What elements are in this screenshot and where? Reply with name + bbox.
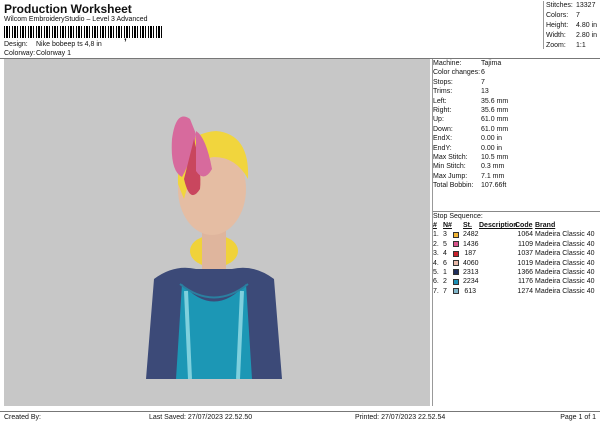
stop-index: 3. bbox=[433, 250, 439, 258]
stop-row: 3. 4 187 1037 Madeira Classic 40 bbox=[433, 249, 600, 258]
down-row: Down: 61.0 mm bbox=[433, 125, 509, 133]
stop-brand: Madeira Classic 40 bbox=[535, 240, 595, 248]
stop-row: 2. 5 1436 1109 Madeira Classic 40 bbox=[433, 240, 600, 249]
thread-swatch bbox=[453, 260, 459, 267]
stop-brand: Madeira Classic 40 bbox=[535, 268, 595, 276]
stop-code: 1366 bbox=[517, 268, 533, 276]
stop-stitches: 2313 bbox=[463, 268, 479, 276]
thread-swatch bbox=[453, 278, 459, 285]
summary-panel: Stitches: 13327 Colors: 7 Height: 4.80 in W… bbox=[543, 1, 600, 49]
stop-description bbox=[479, 268, 515, 277]
stop-description bbox=[479, 287, 515, 296]
stop-description bbox=[479, 259, 515, 268]
stop-index: 1. bbox=[433, 231, 439, 239]
stop-stitches: 2234 bbox=[463, 278, 479, 286]
stop-code: 1109 bbox=[517, 240, 533, 248]
footer-printed: Printed: 27/07/2023 22.52.54 bbox=[355, 414, 446, 421]
stop-code: 1019 bbox=[517, 259, 533, 267]
colorway-value: Colorway 1 bbox=[36, 50, 72, 57]
software-subtitle: Wilcom EmbroideryStudio – Level 3 Advanc… bbox=[4, 16, 148, 23]
stop-index: 4. bbox=[433, 259, 439, 267]
stop-needle: 3 bbox=[443, 231, 447, 239]
stop-table-header: # N# St. Description Code Brand bbox=[433, 222, 556, 229]
design-label: Design: bbox=[4, 41, 28, 48]
stop-code: 1037 bbox=[517, 250, 533, 258]
stop-description bbox=[479, 249, 515, 258]
stop-row: 6. 2 2234 1176 Madeira Classic 40 bbox=[433, 277, 600, 286]
stop-row: 5. 1 2313 1366 Madeira Classic 40 bbox=[433, 268, 600, 277]
total-bobbin-row: Total Bobbin: 107.66ft bbox=[433, 182, 507, 190]
stop-needle: 7 bbox=[443, 287, 447, 295]
design-row: Design: Nike bobeep ts 4,8 in bbox=[4, 41, 102, 48]
machine-row: Machine: Tajima bbox=[433, 60, 502, 67]
stop-row: 4. 6 4060 1019 Madeira Classic 40 bbox=[433, 259, 600, 268]
design-value: Nike bobeep ts 4,8 in bbox=[36, 41, 102, 48]
stop-sequence-title: Stop Sequence: bbox=[433, 211, 600, 221]
stop-stitches: 4060 bbox=[463, 259, 479, 267]
thread-swatch bbox=[453, 250, 459, 257]
stop-needle: 4 bbox=[443, 250, 447, 258]
stop-index: 6. bbox=[433, 278, 439, 286]
stop-description bbox=[479, 240, 515, 249]
summary-zoom: Zoom: 1:1 bbox=[546, 42, 586, 49]
neck-shape bbox=[202, 229, 226, 269]
up-row: Up: 61.0 mm bbox=[433, 116, 509, 124]
max-stitch-row: Max Stitch: 10.5 mm bbox=[433, 153, 509, 161]
embroidery-figure bbox=[146, 116, 282, 379]
stop-stitches: 1436 bbox=[463, 240, 479, 248]
thread-swatch bbox=[453, 288, 459, 295]
trims-row: Trims: 13 bbox=[433, 88, 489, 96]
summary-colors: Colors: 7 bbox=[546, 12, 580, 19]
stop-brand: Madeira Classic 40 bbox=[535, 250, 595, 258]
stop-brand: Madeira Classic 40 bbox=[535, 231, 595, 239]
summary-width: Width: 2.80 in bbox=[546, 32, 598, 39]
summary-stitches: Stitches: 13327 bbox=[546, 2, 596, 9]
stop-needle: 5 bbox=[443, 240, 447, 248]
right-row: Right: 35.6 mm bbox=[433, 106, 509, 114]
page-title: Production Worksheet bbox=[4, 2, 132, 16]
stop-index: 7. bbox=[433, 287, 439, 295]
machine-panel: Machine: Tajima Color changes:6 Stops: 7 T… bbox=[433, 59, 600, 190]
colorway-row: Colorway:Colorway 1 bbox=[4, 50, 71, 57]
design-preview bbox=[4, 59, 430, 406]
thread-swatch bbox=[453, 269, 459, 276]
stop-stitches: 187 bbox=[464, 250, 476, 258]
stop-sequence: Stop Sequence: # N# St. Description Code… bbox=[433, 211, 600, 296]
stop-code: 1064 bbox=[517, 231, 533, 239]
colorway-label: Colorway: bbox=[4, 50, 36, 57]
stop-brand: Madeira Classic 40 bbox=[535, 287, 595, 295]
stop-row: 1. 3 2482 1064 Madeira Classic 40 bbox=[433, 230, 600, 239]
stop-stitches: 613 bbox=[464, 287, 476, 295]
stop-needle: 2 bbox=[443, 278, 447, 286]
stop-code: 1176 bbox=[517, 278, 533, 286]
max-jump-row: Max Jump: 7.1 mm bbox=[433, 172, 505, 180]
stop-description bbox=[479, 277, 515, 286]
stop-code: 1274 bbox=[517, 287, 533, 295]
stops-row: Stops: 7 bbox=[433, 78, 485, 86]
thread-swatch bbox=[453, 231, 459, 238]
endy-row: EndY: 0.00 in bbox=[433, 144, 503, 152]
footer-created-by: Created By: bbox=[4, 414, 41, 421]
barcode-mark: , bbox=[124, 32, 127, 43]
stop-brand: Madeira Classic 40 bbox=[535, 278, 595, 286]
summary-height: Height: 4.80 in bbox=[546, 22, 598, 29]
footer-page: Page 1 of 1 bbox=[560, 414, 596, 421]
stop-row: 7. 7 613 1274 Madeira Classic 40 bbox=[433, 287, 600, 296]
stop-brand: Madeira Classic 40 bbox=[535, 259, 595, 267]
thread-swatch bbox=[453, 241, 459, 248]
footer-last-saved: Last Saved: 27/07/2023 22.52.50 bbox=[149, 414, 253, 421]
endx-row: EndX: 0.00 in bbox=[433, 135, 503, 143]
stop-index: 2. bbox=[433, 240, 439, 248]
footer: Created By: Last Saved: 27/07/2023 22.52… bbox=[0, 411, 600, 424]
stop-stitches: 2482 bbox=[463, 231, 479, 239]
color-changes-row: Color changes:6 bbox=[433, 69, 485, 77]
barcode bbox=[4, 26, 162, 38]
left-row: Left: 35.6 mm bbox=[433, 97, 509, 105]
stop-needle: 6 bbox=[443, 259, 447, 267]
min-stitch-row: Min Stitch: 0.3 mm bbox=[433, 163, 505, 171]
stop-needle: 1 bbox=[443, 268, 447, 276]
stop-description bbox=[479, 230, 515, 239]
stop-index: 5. bbox=[433, 268, 439, 276]
